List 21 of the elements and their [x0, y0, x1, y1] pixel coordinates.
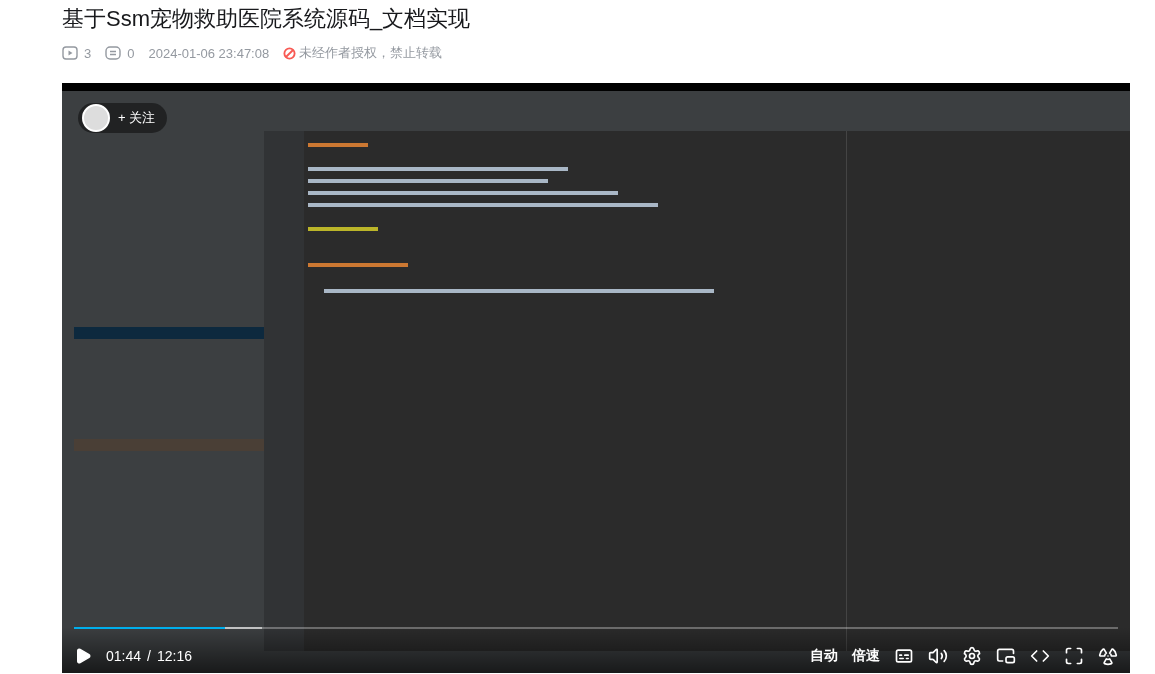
subtitles-icon[interactable] [894, 646, 914, 666]
quality-button[interactable]: 自动 [810, 647, 838, 665]
forbidden-icon [283, 46, 297, 60]
publish-date: 2024-01-06 23:47:08 [148, 45, 270, 61]
copyright-notice: 未经作者授权，禁止转载 [299, 44, 443, 62]
volume-icon[interactable] [928, 646, 948, 666]
comment-count: 0 [127, 45, 135, 61]
settings-icon[interactable] [962, 646, 982, 666]
play-count-icon [62, 46, 78, 60]
speed-button[interactable]: 倍速 [852, 647, 880, 665]
play-button[interactable] [74, 647, 92, 665]
current-time: 01:44 [106, 648, 142, 664]
time-separator: / [147, 648, 151, 664]
comment-count-icon [105, 46, 122, 60]
picture-in-picture-icon[interactable] [996, 646, 1016, 666]
follow-button[interactable]: + 关注 [78, 103, 168, 133]
play-count: 3 [84, 45, 92, 61]
fullscreen-icon[interactable] [1064, 646, 1084, 666]
radiation-icon[interactable] [1098, 646, 1118, 666]
duration: 12:16 [156, 648, 192, 664]
page-title: 基于Ssm宠物救助医院系统源码_文档实现 [62, 5, 472, 33]
